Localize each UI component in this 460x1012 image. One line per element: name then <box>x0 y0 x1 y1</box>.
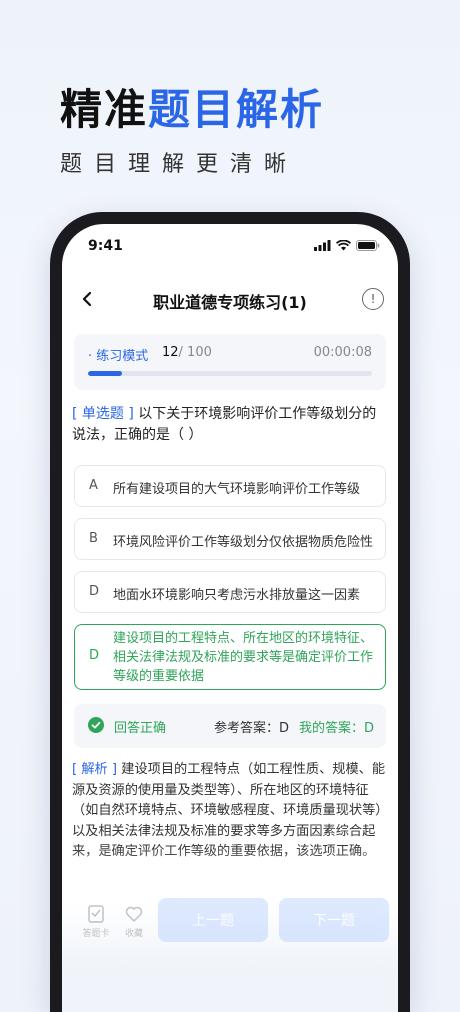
hero-subtitle: 题目理解更清晰 <box>60 152 299 177</box>
option-letter: A <box>89 478 98 493</box>
option-c[interactable]: D 地面水环境影响只考虑污水排放量这一因素 <box>74 571 386 613</box>
signal-icon <box>314 240 331 251</box>
total-questions: / 100 <box>178 345 212 360</box>
favorite-label: 收藏 <box>124 929 143 939</box>
option-text: 环境风险评价工作等级划分仅依据物质危险性 <box>113 535 374 550</box>
answer-result: 回答正确 参考答案：D 我的答案：D <box>74 704 386 748</box>
hero-title: 精准题目解析 <box>60 82 324 138</box>
wifi-icon <box>336 240 351 251</box>
heart-icon <box>125 906 143 923</box>
status-bar: 9:41 <box>62 224 398 264</box>
answer-card-button[interactable]: 答题卡 <box>76 904 116 939</box>
option-a[interactable]: A 所有建设项目的大气环境影响评价工作等级 <box>74 465 386 507</box>
phone-screen: 9:41 职业道德专项练习(1) ! · 练习模式 12/ 100 00:00:… <box>62 224 398 1012</box>
check-icon <box>88 717 104 733</box>
answer-card-label: 答题卡 <box>82 929 110 939</box>
option-text: 地面水环境影响只考虑污水排放量这一因素 <box>113 588 361 603</box>
analysis-tag: [ 解析 ] <box>72 762 118 777</box>
nav-bar: 职业道德专项练习(1) ! <box>62 284 398 318</box>
status-icons <box>314 240 380 251</box>
option-letter: D <box>89 584 100 599</box>
practice-mode-label: · 练习模式 <box>88 349 149 364</box>
answer-card-icon <box>88 905 104 923</box>
next-question-button[interactable]: 下一题 <box>279 898 389 942</box>
battery-icon <box>356 240 380 251</box>
option-text: 所有建设项目的大气环境影响评价工作等级 <box>113 482 361 497</box>
reference-answer: 参考答案：D <box>214 721 290 736</box>
info-button[interactable]: ! <box>362 288 384 310</box>
status-time: 9:41 <box>88 238 123 254</box>
progress-bar <box>88 371 372 376</box>
option-b[interactable]: B 环境风险评价工作等级划分仅依据物质危险性 <box>74 518 386 560</box>
bottom-toolbar: 答题卡 收藏 上一题 下一题 <box>62 896 398 946</box>
question-counter: 12/ 100 <box>162 345 212 360</box>
prev-question-button[interactable]: 上一题 <box>158 898 268 942</box>
hero-title-blue: 题目解析 <box>148 85 325 134</box>
progress-card: · 练习模式 12/ 100 00:00:08 <box>74 334 386 390</box>
progress-bar-fill <box>88 371 123 376</box>
page-title: 职业道德专项练习(1) <box>153 293 307 312</box>
option-text: 建设项目的工程特点、所在地区的环境特征、相关法律法规及标准的要求等是确定评价工作… <box>113 631 374 684</box>
result-status: 回答正确 <box>114 721 167 736</box>
hero-title-dark: 精准 <box>60 85 149 134</box>
question-type-tag: [ 单选题 ] <box>72 406 134 422</box>
question-text: [ 单选题 ] 以下关于环境影响评价工作等级划分的说法，正确的是（ ） <box>72 404 386 446</box>
current-question-number: 12 <box>162 345 179 360</box>
option-letter: B <box>89 531 98 546</box>
elapsed-timer: 00:00:08 <box>313 345 372 360</box>
option-d[interactable]: D 建设项目的工程特点、所在地区的环境特征、相关法律法规及标准的要求等是确定评价… <box>74 624 386 690</box>
option-letter: D <box>89 648 100 663</box>
phone-frame: 9:41 职业道德专项练习(1) ! · 练习模式 12/ 100 00:00:… <box>50 212 410 1012</box>
my-answer: 我的答案：D <box>298 721 374 736</box>
favorite-button[interactable]: 收藏 <box>114 904 154 939</box>
